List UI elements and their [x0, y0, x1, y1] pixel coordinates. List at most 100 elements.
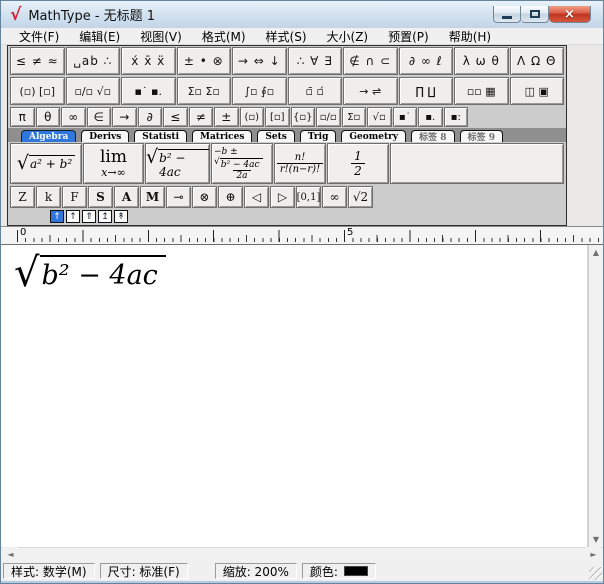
insert-arrow-button-2[interactable]: ↑ [66, 210, 80, 223]
minimize-button[interactable] [493, 6, 521, 23]
symbol-interval-button[interactable]: [0,1] [296, 186, 321, 208]
symbol-plusminus-button[interactable]: ± [214, 107, 239, 127]
template-empty-slot[interactable] [390, 143, 564, 184]
template-sqrt-b2-minus-4ac-button[interactable]: √ b² − 4ac [145, 143, 210, 184]
template-radical-button[interactable]: √▫ [367, 107, 392, 127]
menu-size[interactable]: 大小(Z) [317, 28, 379, 45]
fraction-radical-templates-palette[interactable]: ▫∕▫ √▫ [65, 77, 120, 105]
menu-format[interactable]: 格式(M) [192, 28, 256, 45]
symbol-partial-button[interactable]: ∂ [137, 107, 162, 127]
symbol-fraktur-A-button[interactable]: A [114, 186, 139, 208]
template-braces-button[interactable]: {▫} [290, 107, 315, 127]
horizontal-scrollbar[interactable]: ◄ ► [1, 547, 603, 562]
equation-sqrt-b2-minus-4ac[interactable]: √ b² − 4ac [14, 253, 166, 293]
menu-file[interactable]: 文件(F) [9, 28, 69, 45]
product-templates-palette[interactable]: ∏ ∐ [398, 77, 453, 105]
subscript-superscript-templates-palette[interactable]: ▪˙ ▪. [121, 77, 176, 105]
status-color-panel[interactable]: 颜色: [301, 563, 376, 579]
tab-geometry[interactable]: Geometry [341, 130, 407, 142]
scroll-right-icon[interactable]: ► [586, 547, 601, 562]
symbol-fraktur-S-button[interactable]: S [88, 186, 113, 208]
tab-algebra[interactable]: Algebra [21, 130, 77, 142]
status-zoom-panel[interactable]: 缩放: 200% [214, 563, 297, 579]
menu-edit[interactable]: 编辑(E) [69, 28, 130, 45]
spaces-ellipses-palette[interactable]: ␣ab ∴ [65, 47, 120, 75]
template-subsuperscript-button[interactable]: ▪: [443, 107, 468, 127]
scroll-down-icon[interactable]: ▼ [588, 532, 603, 547]
status-style-panel[interactable]: 样式: 数学(M) [3, 563, 95, 579]
box-templates-palette[interactable]: ◫ ▣ [509, 77, 564, 105]
symbol-triangle-left-button[interactable]: ◁ [244, 186, 269, 208]
symbol-infinity-button[interactable]: ∞ [61, 107, 86, 127]
symbol-element-of-button[interactable]: ∈ [86, 107, 111, 127]
scroll-left-icon[interactable]: ◄ [3, 547, 18, 562]
menu-preferences[interactable]: 预置(P) [378, 28, 439, 45]
operator-symbols-palette[interactable]: ± • ⊗ [176, 47, 231, 75]
symbol-sqrt2-button[interactable]: √2 [348, 186, 373, 208]
matrix-templates-palette[interactable]: ▫▫ ▦ [454, 77, 509, 105]
template-binomial-coefficient-button[interactable]: n! r!(n−r)! [274, 143, 326, 184]
overbar-underbar-templates-palette[interactable]: ▫̄ ▫́ [287, 77, 342, 105]
tab-trig[interactable]: Trig [299, 130, 337, 142]
arrow-symbols-palette[interactable]: → ⇔ ↓ [232, 47, 287, 75]
greek-lowercase-palette[interactable]: λ ω θ [454, 47, 509, 75]
template-sqrt-a2-plus-b2-button[interactable]: √ a² + b² [10, 143, 82, 184]
template-limit-button[interactable]: lim x→∞ [83, 143, 144, 184]
relational-symbols-palette[interactable]: ≤ ≠ ≈ [10, 47, 65, 75]
tab-sets[interactable]: Sets [257, 130, 295, 142]
misc-symbols-palette[interactable]: ∂ ∞ ℓ [398, 47, 453, 75]
titlebar[interactable]: √ MathType - 无标题 1 × [1, 1, 603, 28]
menu-view[interactable]: 视图(V) [130, 28, 192, 45]
labeled-arrow-templates-palette[interactable]: → ⇌ [343, 77, 398, 105]
ruler[interactable]: 0 5 [1, 226, 603, 245]
resize-grip[interactable] [589, 567, 602, 580]
symbol-Z-button[interactable]: Z [10, 186, 35, 208]
insert-arrow-button-selected[interactable]: ↑ [50, 210, 64, 223]
template-subscript-button[interactable]: ▪. [418, 107, 443, 127]
equation-canvas[interactable]: √ b² − 4ac [1, 245, 588, 547]
symbol-k-button[interactable]: k [36, 186, 61, 208]
symbol-circled-times-button[interactable]: ⊗ [192, 186, 217, 208]
symbol-right-arrow-button[interactable]: → [112, 107, 137, 127]
template-quadratic-formula-button[interactable]: −b ± √ b² − 4ac 2a [211, 143, 273, 184]
symbol-circled-plus-button[interactable]: ⊕ [218, 186, 243, 208]
tab-matrices[interactable]: Matrices [192, 130, 253, 142]
insert-arrow-button-5[interactable]: ↟ [114, 210, 128, 223]
template-one-half-button[interactable]: 1 2 [327, 143, 389, 184]
status-size-panel[interactable]: 尺寸: 标准(F) [99, 563, 188, 579]
logic-symbols-palette[interactable]: ∴ ∀ ∃ [287, 47, 342, 75]
symbol-leq-button[interactable]: ≤ [163, 107, 188, 127]
summation-templates-palette[interactable]: Σ▫ Σ▫ [176, 77, 231, 105]
tab-statistics[interactable]: Statisti [134, 130, 188, 142]
template-fraction-button[interactable]: ▫∕▫ [316, 107, 341, 127]
symbol-F-button[interactable]: F [62, 186, 87, 208]
close-button[interactable]: × [549, 6, 591, 23]
set-theory-palette[interactable]: ∉ ∩ ⊂ [343, 47, 398, 75]
tab-label-9[interactable]: 标签 9 [459, 130, 503, 143]
symbol-neq-button[interactable]: ≠ [188, 107, 213, 127]
symbol-multimap-button[interactable]: ⊸ [166, 186, 191, 208]
menu-help[interactable]: 帮助(H) [439, 28, 501, 45]
symbol-theta-button[interactable]: θ [35, 107, 60, 127]
template-parentheses-button[interactable]: (▫) [239, 107, 264, 127]
fence-templates-palette[interactable]: (▫) [▫] [10, 77, 65, 105]
tab-derivs[interactable]: Derivs [81, 130, 130, 142]
color-swatch[interactable] [343, 566, 368, 576]
menu-style[interactable]: 样式(S) [256, 28, 317, 45]
template-superscript-button[interactable]: ▪˙ [392, 107, 417, 127]
vertical-scrollbar[interactable]: ▲ ▼ [588, 245, 603, 547]
integral-templates-palette[interactable]: ∫▫ ∮▫ [232, 77, 287, 105]
symbol-fraktur-M-button[interactable]: M [140, 186, 165, 208]
template-summation-button[interactable]: Σ▫ [341, 107, 366, 127]
embellishments-palette[interactable]: x́ x̄ ẍ [121, 47, 176, 75]
maximize-button[interactable] [521, 6, 549, 23]
symbol-pi-button[interactable]: π [10, 107, 35, 127]
symbol-triangle-right-button[interactable]: ▷ [270, 186, 295, 208]
tab-label-8[interactable]: 标签 8 [411, 130, 455, 143]
insert-arrow-button-4[interactable]: ↥ [98, 210, 112, 223]
greek-uppercase-palette[interactable]: Λ Ω Θ [509, 47, 564, 75]
insert-arrow-button-3[interactable]: ⇑ [82, 210, 96, 223]
template-brackets-button[interactable]: [▫] [265, 107, 290, 127]
symbol-infinity-button[interactable]: ∞ [322, 186, 347, 208]
scroll-up-icon[interactable]: ▲ [588, 245, 603, 260]
